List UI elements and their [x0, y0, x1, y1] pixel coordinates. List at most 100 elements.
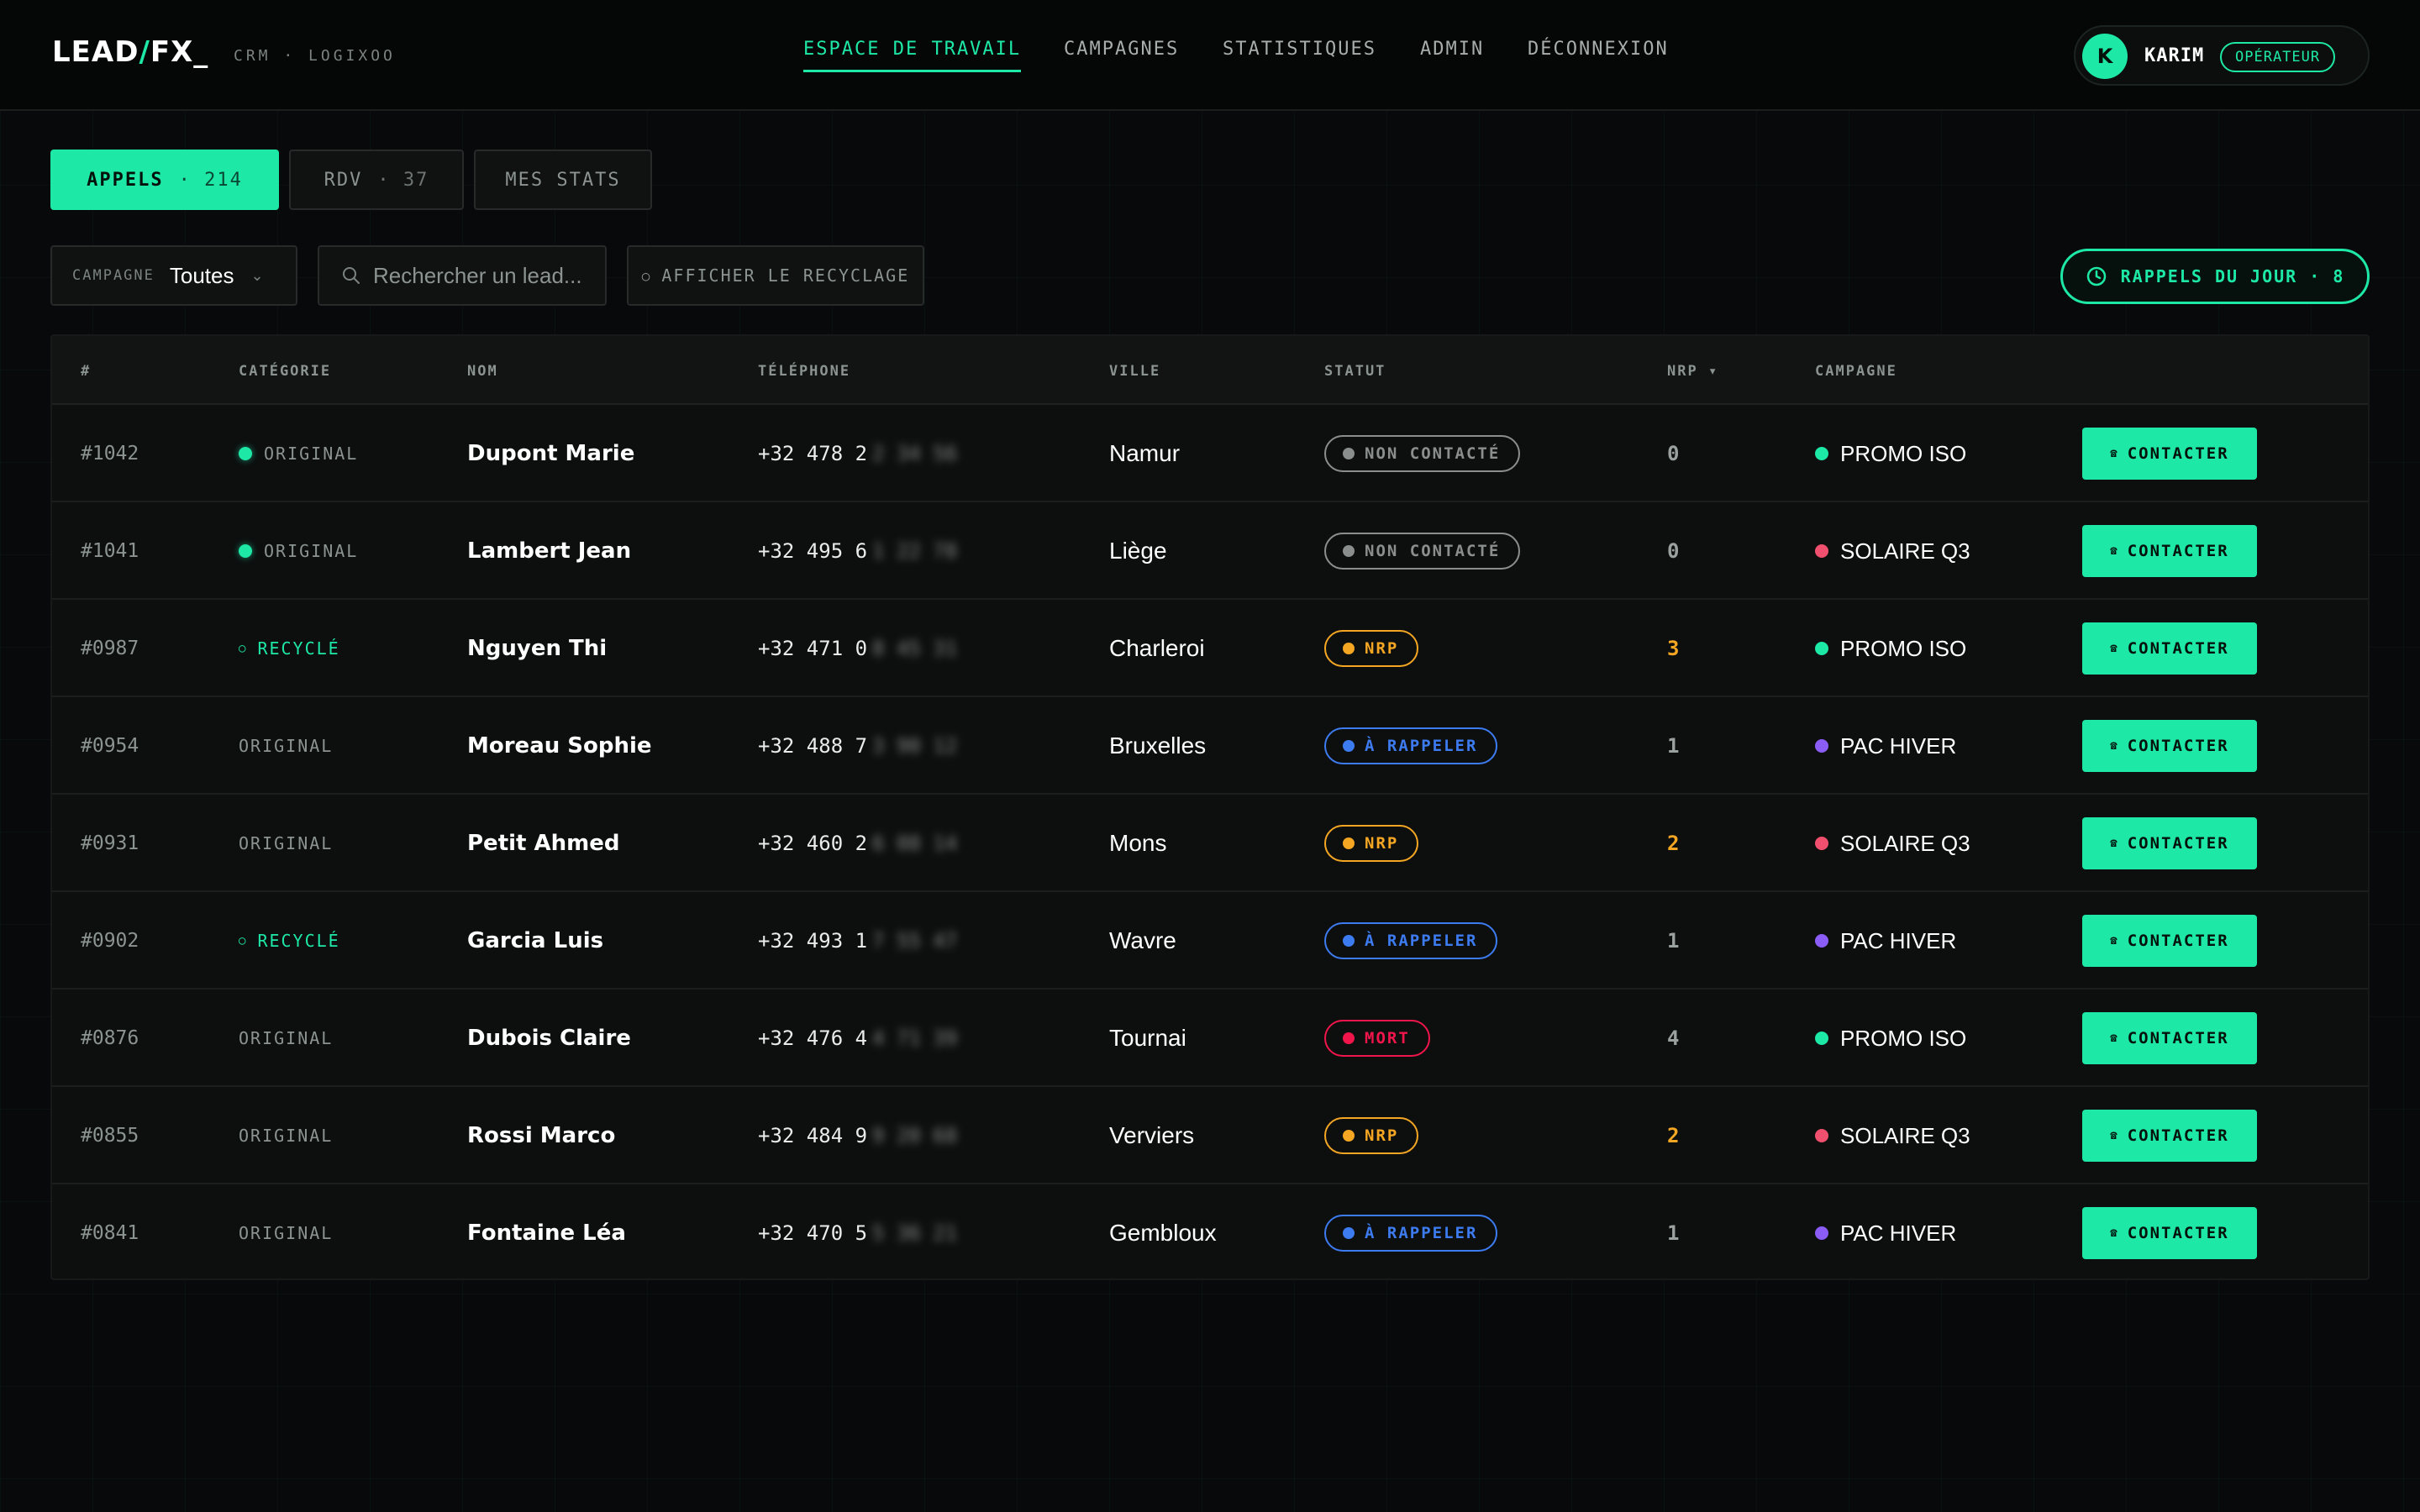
lead-category: ORIGINAL	[239, 990, 333, 1087]
phone-icon: ☎	[2110, 837, 2119, 850]
contact-button[interactable]: ☎ CONTACTER	[2082, 817, 2257, 869]
lead-action: ☎ CONTACTER	[2082, 1087, 2257, 1184]
lead-campaign-label: SOLAIRE Q3	[1840, 830, 1970, 856]
contact-button[interactable]: ☎ CONTACTER	[2082, 915, 2257, 967]
tab-rdv[interactable]: RDV · 37	[289, 150, 464, 210]
show-recycled-button[interactable]: ○ AFFICHER LE RECYCLAGE	[627, 245, 924, 306]
tab-appels[interactable]: APPELS · 214	[50, 150, 279, 210]
table-row[interactable]: #0954 ORIGINAL Moreau Sophie +32 488 73 90 …	[52, 697, 2368, 795]
nav-campaigns[interactable]: CAMPAGNES	[1064, 39, 1179, 70]
lead-campaign-label: PAC HIVER	[1840, 1220, 1957, 1246]
contact-button[interactable]: ☎ CONTACTER	[2082, 525, 2257, 577]
lead-action: ☎ CONTACTER	[2082, 795, 2257, 892]
lead-phone: +32 471 08 45 31	[758, 600, 957, 697]
table-row[interactable]: #0855 ORIGINAL Rossi Marco +32 484 99 20 68…	[52, 1087, 2368, 1184]
lead-phone-masked: 1 22 78	[872, 539, 958, 563]
status-badge: À RAPPELER	[1324, 727, 1498, 764]
lead-nrp-count: 0	[1667, 539, 1680, 563]
lead-category: ORIGINAL	[239, 1184, 333, 1282]
lead-category: ORIGINAL	[239, 697, 333, 795]
status-badge: MORT	[1324, 1020, 1430, 1057]
recycled-icon: ○	[239, 934, 248, 948]
lead-category: ORIGINAL	[239, 405, 358, 502]
lead-name: Dubois Claire	[467, 1026, 631, 1051]
nav-workspace[interactable]: ESPACE DE TRAVAIL	[803, 39, 1022, 72]
nav-statistics[interactable]: STATISTIQUES	[1223, 39, 1376, 70]
phone-icon: ☎	[2110, 1032, 2119, 1045]
lead-category: ○ RECYCLÉ	[239, 600, 340, 697]
lead-id: #1042	[81, 443, 139, 465]
tab-mes-stats[interactable]: MES STATS	[474, 150, 652, 210]
status-dot-icon	[1343, 448, 1355, 459]
nav-admin[interactable]: ADMIN	[1420, 39, 1484, 70]
lead-campaign-label: SOLAIRE Q3	[1840, 1122, 1970, 1148]
nav-logout[interactable]: DÉCONNEXION	[1528, 39, 1669, 70]
campaign-dot-icon	[1815, 837, 1828, 850]
phone-icon: ☎	[2110, 739, 2119, 753]
campaign-dot-icon	[1815, 447, 1828, 460]
user-name: KARIM	[2144, 45, 2205, 66]
lead-status: À RAPPELER	[1324, 697, 1498, 795]
header-nrp-sort[interactable]: NRP ▾	[1667, 363, 1718, 380]
table-row[interactable]: #0987 ○ RECYCLÉ Nguyen Thi +32 471 08 45 31 C…	[52, 600, 2368, 697]
table-row[interactable]: #0902 ○ RECYCLÉ Garcia Luis +32 493 17 55 47…	[52, 892, 2368, 990]
lead-status: NRP	[1324, 600, 1419, 697]
status-badge: NRP	[1324, 1117, 1419, 1154]
lead-campaign: SOLAIRE Q3	[1815, 502, 1970, 600]
lead-category-label: ORIGINAL	[239, 1223, 334, 1243]
status-dot-icon	[1343, 1227, 1355, 1239]
lead-status: NON CONTACTÉ	[1324, 502, 1521, 600]
lead-phone-masked: 6 08 14	[872, 832, 958, 855]
lead-status: NRP	[1324, 1087, 1419, 1184]
lead-phone-masked: 9 20 68	[872, 1124, 958, 1147]
user-chip[interactable]: K KARIM OPÉRATEUR	[2074, 25, 2370, 86]
table-row[interactable]: #1042 ORIGINAL Dupont Marie +32 478 22 34 5…	[52, 405, 2368, 502]
lead-campaign: PROMO ISO	[1815, 600, 1966, 697]
lead-campaign-label: PAC HIVER	[1840, 732, 1957, 759]
contact-button[interactable]: ☎ CONTACTER	[2082, 1110, 2257, 1162]
lead-city: Gembloux	[1109, 1220, 1217, 1246]
table-row[interactable]: #0931 ORIGINAL Petit Ahmed +32 460 26 08 14…	[52, 795, 2368, 892]
lead-category-label: ORIGINAL	[239, 736, 334, 756]
tab-label: APPELS	[87, 169, 164, 191]
lead-phone-visible: +32 476 4	[758, 1026, 868, 1050]
lead-id: #0931	[81, 832, 139, 854]
lead-status: À RAPPELER	[1324, 1184, 1498, 1282]
lead-phone-visible: +32 478 2	[758, 442, 868, 465]
search-input[interactable]	[373, 262, 600, 289]
lead-id: #0876	[81, 1027, 139, 1049]
lead-id: #1041	[81, 540, 139, 562]
lead-id: #0841	[81, 1222, 139, 1244]
lead-campaign: PAC HIVER	[1815, 1184, 1956, 1282]
reminders-today-button[interactable]: RAPPELS DU JOUR · 8	[2060, 249, 2370, 304]
lead-campaign-label: PROMO ISO	[1840, 440, 1967, 466]
lead-category-label: ORIGINAL	[239, 1126, 334, 1146]
lead-id: #0987	[81, 638, 139, 659]
contact-button[interactable]: ☎ CONTACTER	[2082, 428, 2257, 480]
lead-phone-masked: 4 71 39	[872, 1026, 958, 1050]
lead-action: ☎ CONTACTER	[2082, 990, 2257, 1087]
contact-button-label: CONTACTER	[2127, 1126, 2229, 1145]
phone-icon: ☎	[2110, 1129, 2119, 1142]
status-badge: NRP	[1324, 825, 1419, 862]
contact-button[interactable]: ☎ CONTACTER	[2082, 720, 2257, 772]
campaign-select[interactable]: CAMPAGNE Toutes ⌄	[50, 245, 297, 306]
contact-button[interactable]: ☎ CONTACTER	[2082, 1207, 2257, 1259]
lead-action: ☎ CONTACTER	[2082, 405, 2257, 502]
status-dot-icon	[1343, 837, 1355, 849]
table-row[interactable]: #0841 ORIGINAL Fontaine Léa +32 470 55 36 2…	[52, 1184, 2368, 1282]
show-recycled-label: AFFICHER LE RECYCLAGE	[661, 265, 910, 286]
phone-icon: ☎	[2110, 934, 2119, 948]
lead-phone-visible: +32 460 2	[758, 832, 868, 855]
contact-button-label: CONTACTER	[2127, 737, 2229, 755]
contact-button[interactable]: ☎ CONTACTER	[2082, 1012, 2257, 1064]
lead-action: ☎ CONTACTER	[2082, 600, 2257, 697]
contact-button[interactable]: ☎ CONTACTER	[2082, 622, 2257, 675]
status-dot-icon	[1343, 545, 1355, 557]
lead-phone-visible: +32 495 6	[758, 539, 868, 563]
table-row[interactable]: #0876 ORIGINAL Dubois Claire +32 476 44 71 …	[52, 990, 2368, 1087]
status-badge: À RAPPELER	[1324, 1215, 1498, 1252]
status-dot-icon	[1343, 1130, 1355, 1142]
table-row[interactable]: #1041 ORIGINAL Lambert Jean +32 495 61 22 7…	[52, 502, 2368, 600]
campaign-dot-icon	[1815, 544, 1828, 558]
